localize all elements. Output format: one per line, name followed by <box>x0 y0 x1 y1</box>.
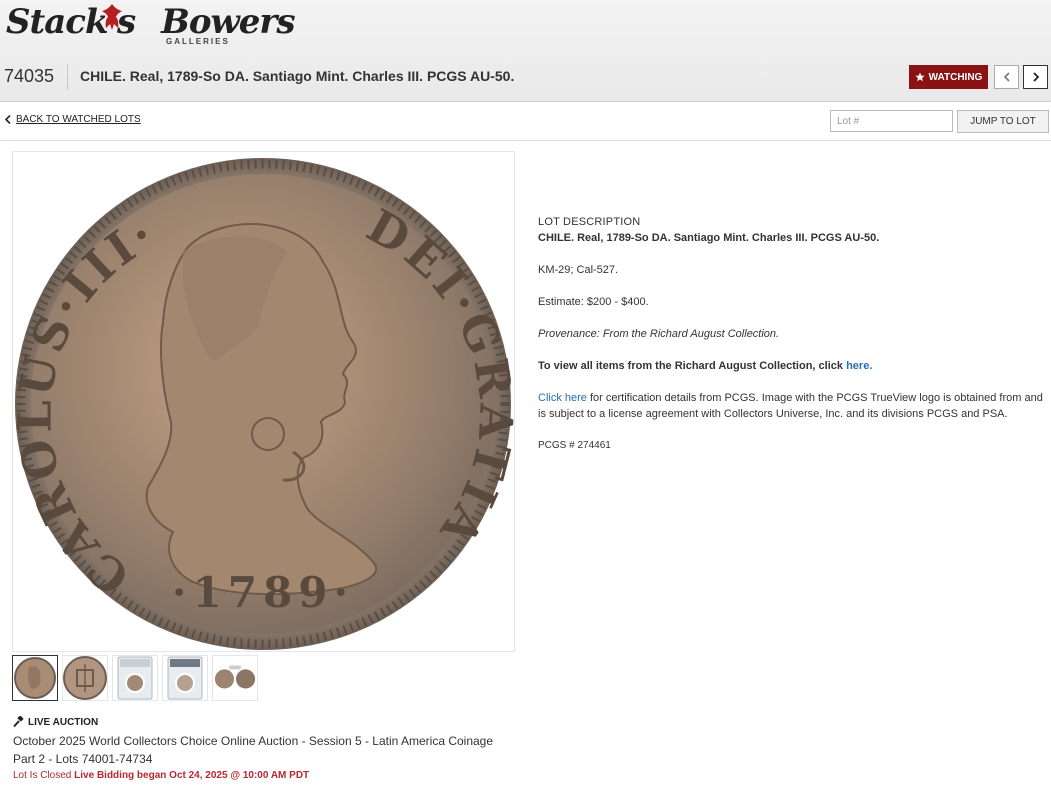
certification-text: Click here for certification details fro… <box>538 390 1043 422</box>
view-collection-link[interactable]: here. <box>846 360 872 372</box>
lot-estimate: Estimate: $200 - $400. <box>538 296 649 308</box>
watching-label: WATCHING <box>928 71 983 83</box>
slab-front-thumbnail <box>117 656 153 700</box>
thumbnail-reverse[interactable] <box>62 655 108 701</box>
logo-subtitle: GALLERIES <box>166 37 230 46</box>
lot-title: CHILE. Real, 1789-So DA. Santiago Mint. … <box>80 68 515 84</box>
eagle-icon <box>102 4 122 30</box>
lot-status: Lot Is Closed Live Bidding began Oct 24,… <box>13 770 533 781</box>
lot-number-input[interactable] <box>830 110 953 132</box>
previous-lot-button[interactable] <box>994 65 1019 89</box>
auction-type: LIVE AUCTION <box>13 716 533 728</box>
slab-back-thumbnail <box>167 656 203 700</box>
lot-description-heading: LOT DESCRIPTION <box>538 216 641 228</box>
main-lot-image[interactable]: CAROLUS·III· DEI·GRATIA ·1789· <box>12 151 515 652</box>
image-thumbnail-strip <box>12 655 258 702</box>
auction-name-line2: Part 2 - Lots 74001-74734 <box>13 752 153 766</box>
thumbnail-slab-front[interactable] <box>112 655 158 701</box>
back-to-watched-lots-link[interactable]: BACK TO WATCHED LOTS <box>5 114 141 125</box>
thumbnail-trueview[interactable] <box>212 655 258 701</box>
coin-obverse-thumbnail <box>14 657 56 699</box>
lot-title-bar: 74035 CHILE. Real, 1789-So DA. Santiago … <box>0 62 1051 92</box>
lot-number: 74035 <box>4 66 55 86</box>
chevron-right-icon <box>1032 72 1039 82</box>
coin-reverse-thumbnail <box>63 656 107 700</box>
jump-to-lot-button[interactable]: JUMP TO LOT <box>957 110 1049 133</box>
lot-provenance: Provenance: From the Richard August Coll… <box>538 328 780 340</box>
lot-description-panel: LOT DESCRIPTION CHILE. Real, 1789-So DA.… <box>538 214 1043 470</box>
live-bidding-start: Live Bidding began Oct 24, 2025 @ 10:00 … <box>74 770 310 781</box>
back-link-label: BACK TO WATCHED LOTS <box>16 114 141 125</box>
chevron-left-icon <box>5 115 11 124</box>
certification-link[interactable]: Click here <box>538 392 587 404</box>
lot-closed-label: Lot Is Closed <box>13 770 72 781</box>
coin-date: ·1789· <box>172 568 354 617</box>
pcgs-number: PCGS # 274461 <box>538 440 611 451</box>
gavel-icon <box>13 716 24 728</box>
view-collection-label: To view all items from the Richard Augus… <box>538 360 844 372</box>
auction-name[interactable]: October 2025 World Collectors Choice Onl… <box>13 732 533 768</box>
thumbnail-obverse[interactable] <box>12 655 58 701</box>
lot-description-title: CHILE. Real, 1789-So DA. Santiago Mint. … <box>538 232 880 244</box>
site-header: Stack's Bowers GALLERIES 74035 CHILE. Rea… <box>0 0 1051 102</box>
trueview-thumbnail <box>214 665 256 689</box>
auction-name-line1: October 2025 World Collectors Choice Onl… <box>13 734 494 748</box>
watching-button[interactable]: WATCHING <box>909 65 988 89</box>
auction-type-label: LIVE AUCTION <box>28 716 99 728</box>
star-icon <box>915 72 925 82</box>
certification-details: for certification details from PCGS. Ima… <box>538 392 1043 420</box>
auction-info: LIVE AUCTION October 2025 World Collecto… <box>13 716 533 781</box>
logo-wordmark: Stack's Bowers <box>6 2 295 42</box>
next-lot-button[interactable] <box>1023 65 1048 89</box>
chevron-left-icon <box>1003 72 1010 82</box>
divider <box>67 64 68 90</box>
thumbnail-slab-back[interactable] <box>162 655 208 701</box>
lot-reference: KM-29; Cal-527. <box>538 264 619 276</box>
coin-obverse-image: CAROLUS·III· DEI·GRATIA ·1789· <box>13 152 514 651</box>
lot-navigation-bar: BACK TO WATCHED LOTS JUMP TO LOT <box>0 103 1051 141</box>
view-collection-text: To view all items from the Richard Augus… <box>538 358 1043 374</box>
